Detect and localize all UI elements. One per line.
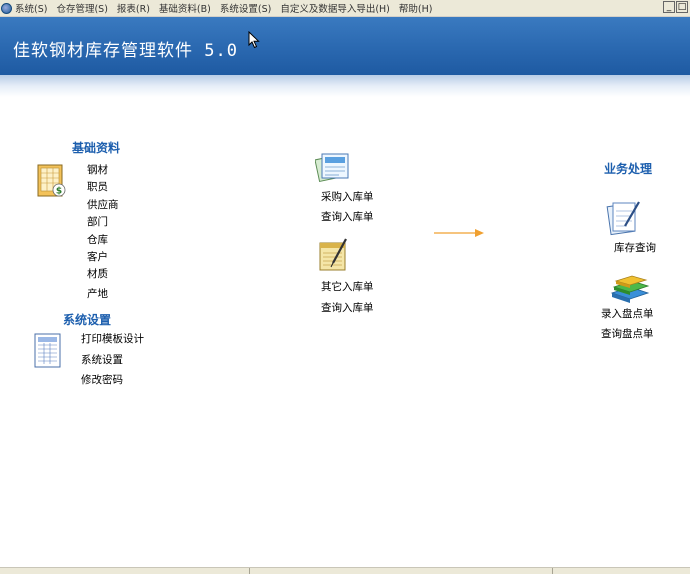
app-icon[interactable] [1, 2, 12, 14]
link-supplier[interactable]: 供应商 [87, 197, 119, 212]
menu-system[interactable]: 系统(S) [15, 1, 47, 15]
clipboard-pen-icon[interactable] [605, 199, 643, 237]
status-separator [552, 568, 553, 574]
business-heading: 业务处理 [604, 162, 653, 176]
link-other-receipt[interactable]: 其它入库单 [321, 279, 374, 294]
link-material[interactable]: 材质 [87, 266, 108, 281]
status-separator [249, 568, 250, 574]
menu-reports[interactable]: 报表(R) [117, 1, 150, 15]
purchase-documents-icon[interactable] [315, 149, 353, 185]
print-document-icon[interactable] [33, 333, 63, 369]
app-title: 佳软钢材库存管理软件 5.0 [13, 41, 238, 61]
menu-basic-data[interactable]: 基础资料(B) [159, 1, 211, 15]
link-origin[interactable]: 产地 [87, 286, 108, 301]
menu-inventory-management[interactable]: 仓存管理(S) [56, 1, 107, 15]
menu-import-export[interactable]: 自定义及数据导入导出(H) [280, 1, 390, 15]
link-system-settings[interactable]: 系统设置 [81, 352, 123, 367]
link-department[interactable]: 部门 [87, 214, 108, 229]
menu-system-settings[interactable]: 系统设置(S) [220, 1, 271, 15]
link-customer[interactable]: 客户 [87, 249, 108, 264]
mouse-cursor-icon [248, 31, 260, 49]
stacked-books-icon[interactable] [610, 273, 650, 305]
system-settings-heading: 系统设置 [63, 313, 112, 327]
link-query-other-receipt[interactable]: 查询入库单 [321, 300, 374, 315]
link-warehouse[interactable]: 仓库 [87, 232, 108, 247]
svg-text:$: $ [56, 187, 62, 197]
basic-data-heading: 基础资料 [72, 141, 121, 155]
link-enter-inventory[interactable]: 录入盘点单 [601, 306, 654, 321]
notepad-pen-icon[interactable] [317, 237, 353, 273]
menu-help[interactable]: 帮助(H) [399, 1, 433, 15]
link-query-inventory[interactable]: 查询盘点单 [601, 326, 654, 341]
link-steel[interactable]: 钢材 [87, 162, 108, 177]
window-controls: _ □ [663, 1, 688, 13]
link-query-receipt[interactable]: 查询入库单 [321, 209, 374, 224]
spreadsheet-dollar-icon[interactable]: $ [36, 163, 66, 199]
menu-bar: 系统(S) 仓存管理(S) 报表(R) 基础资料(B) 系统设置(S) 自定义及… [0, 0, 690, 17]
link-purchase-receipt[interactable]: 采购入库单 [321, 189, 374, 204]
link-change-password[interactable]: 修改密码 [81, 372, 123, 387]
link-print-template[interactable]: 打印模板设计 [81, 331, 144, 346]
link-staff[interactable]: 职员 [87, 179, 108, 194]
link-stock-query[interactable]: 库存查询 [614, 240, 656, 255]
minimize-button[interactable]: _ [663, 1, 675, 13]
header-fade [0, 75, 690, 97]
restore-button[interactable]: □ [676, 1, 688, 13]
orange-arrow-icon [434, 229, 484, 237]
